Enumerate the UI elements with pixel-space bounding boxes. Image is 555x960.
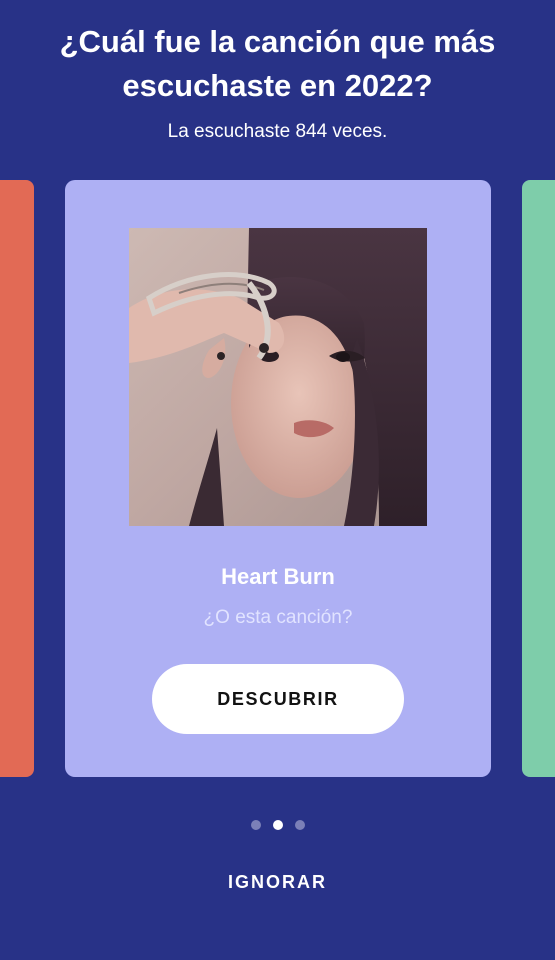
pagination-dots bbox=[0, 820, 555, 830]
previous-card-edge[interactable] bbox=[0, 180, 34, 777]
page-dot-3[interactable] bbox=[294, 820, 305, 830]
page-dot-2[interactable] bbox=[272, 820, 283, 830]
album-cover-image bbox=[129, 228, 427, 526]
alternate-song-prompt: ¿O esta canción? bbox=[203, 607, 353, 628]
discover-button[interactable]: DESCUBRIR bbox=[152, 664, 404, 734]
song-title: Heart Burn bbox=[221, 564, 335, 589]
page-title: ¿Cuál fue la canción que más escuchaste … bbox=[59, 24, 496, 103]
ignore-button[interactable]: IGNORAR bbox=[220, 868, 335, 897]
page-dot-1[interactable] bbox=[250, 820, 261, 830]
song-card: Heart Burn ¿O esta canción? DESCUBRIR bbox=[65, 180, 491, 777]
next-card-edge[interactable] bbox=[522, 180, 555, 777]
play-count-subtitle: La escuchaste 844 veces. bbox=[167, 121, 388, 142]
